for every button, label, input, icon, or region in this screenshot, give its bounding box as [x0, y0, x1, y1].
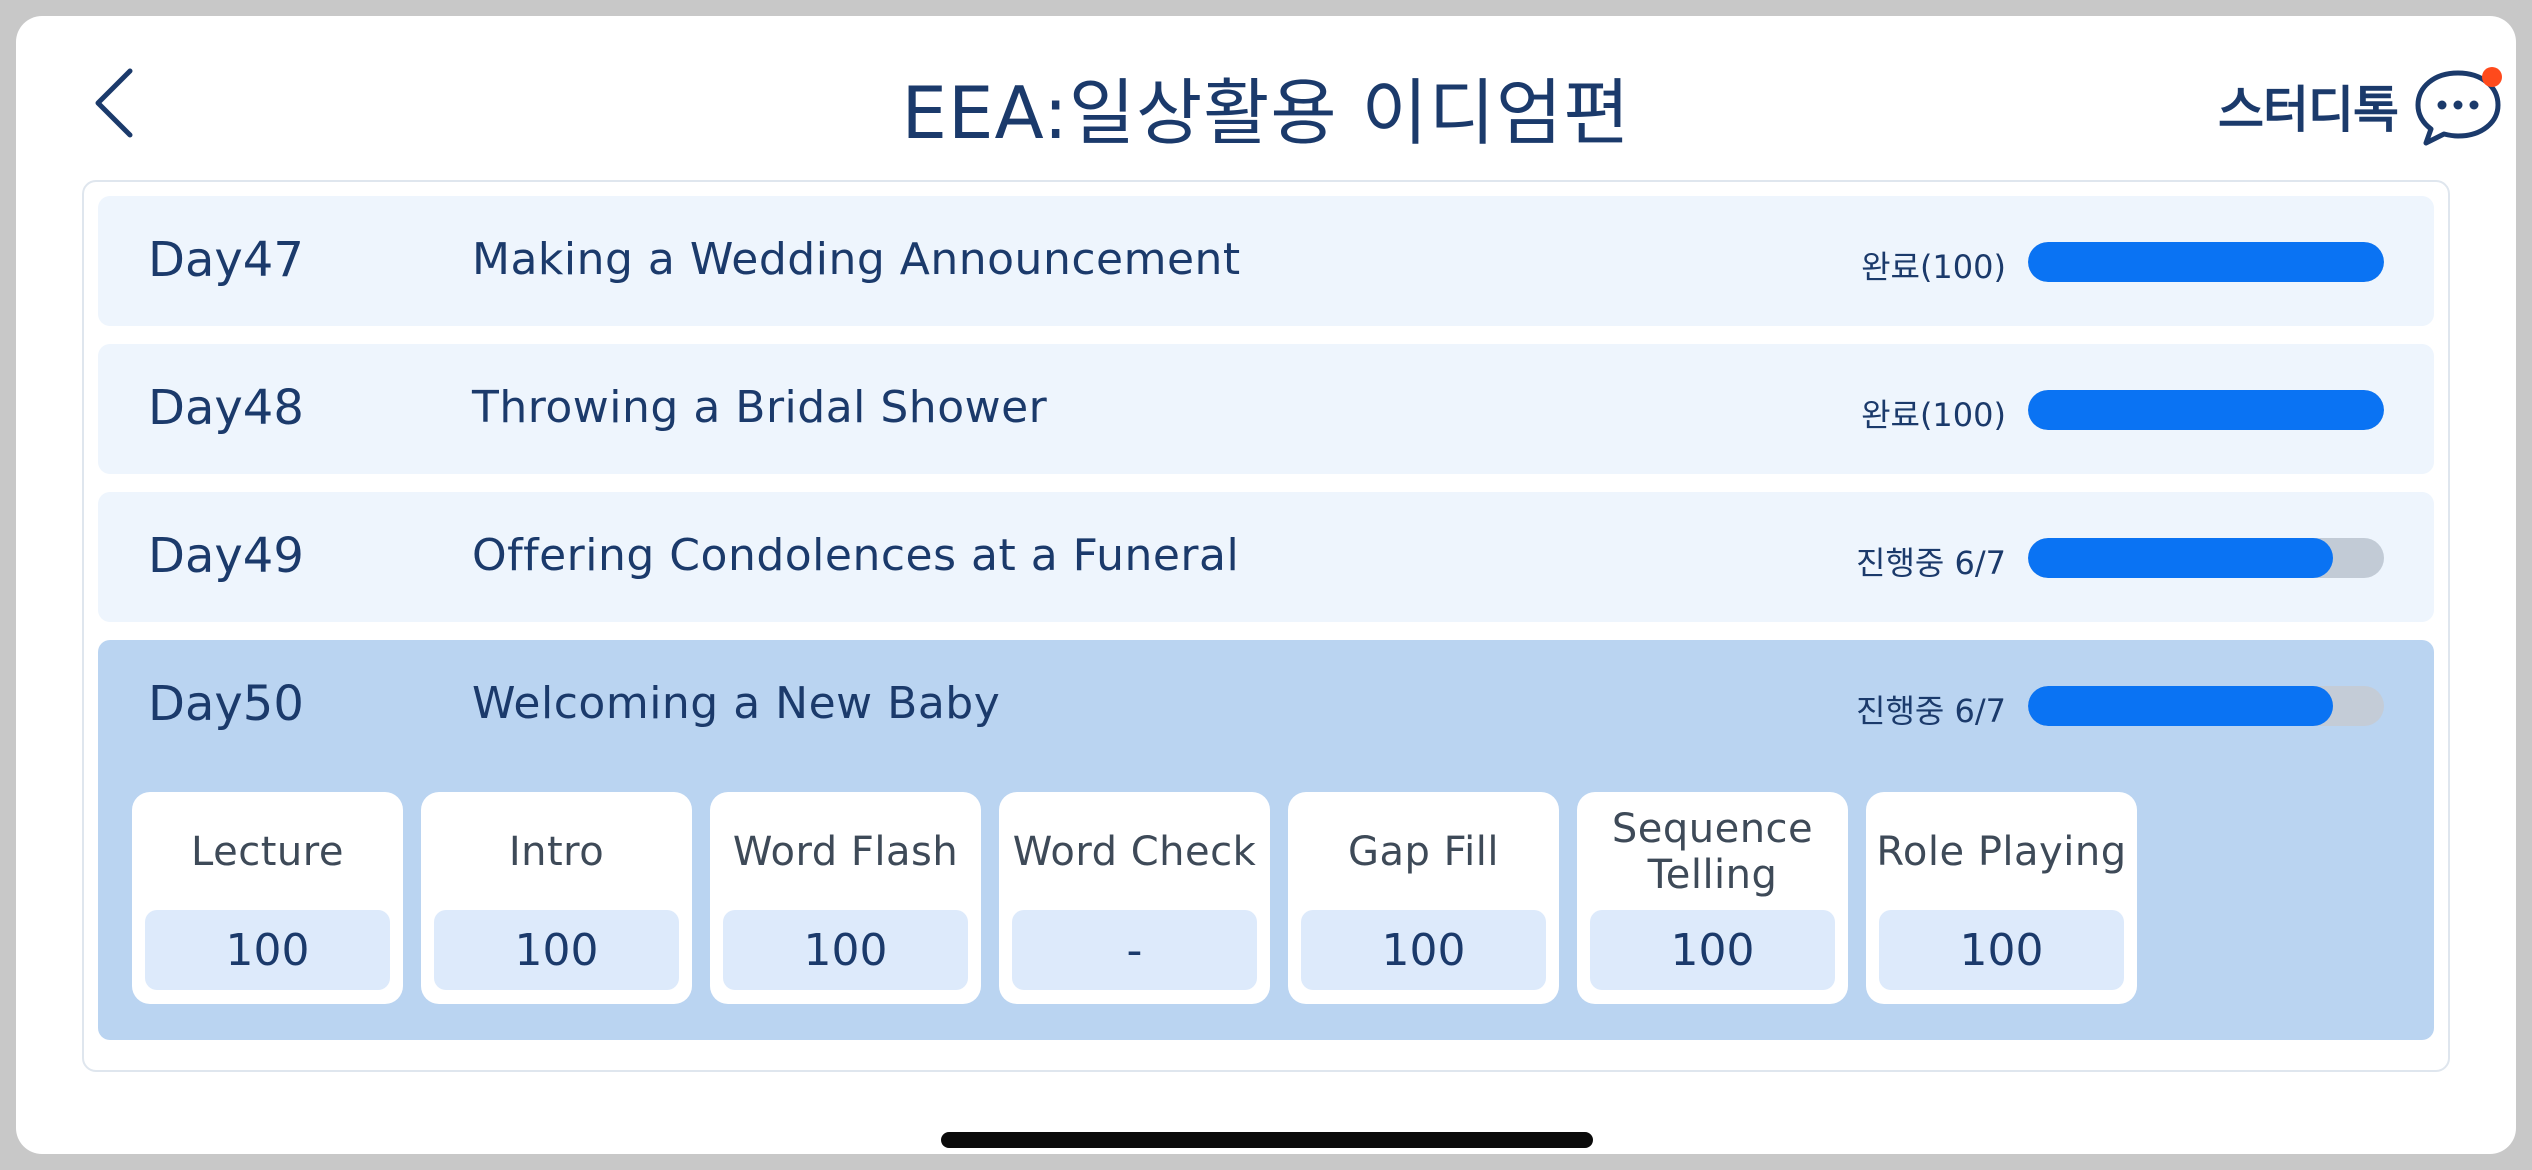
- activity-card-intro[interactable]: Intro 100: [421, 792, 692, 1004]
- activity-card-word-check[interactable]: Word Check -: [999, 792, 1270, 1004]
- lesson-title: Offering Condolences at a Funeral: [472, 530, 1240, 581]
- activity-cards: Lecture 100 Intro 100 Word Flash 100 Wor…: [132, 792, 2137, 1004]
- activity-score: 100: [145, 910, 390, 990]
- progress-bar: [2028, 242, 2384, 282]
- lesson-day: Day48: [148, 380, 304, 436]
- progress-fill: [2028, 390, 2384, 430]
- lesson-row-expanded[interactable]: Day50 Welcoming a New Baby 진행중 6/7 Lectu…: [98, 640, 2434, 1040]
- lesson-title: Making a Wedding Announcement: [472, 234, 1241, 285]
- activity-card-sequence-telling[interactable]: Sequence Telling 100: [1577, 792, 1848, 1004]
- activity-score: 100: [1879, 910, 2124, 990]
- app-screen: EEA:일상활용 이디엄편 스터디톡 Day47 Making a Weddin…: [16, 16, 2516, 1154]
- lesson-row[interactable]: Day49 Offering Condolences at a Funeral …: [98, 492, 2434, 622]
- lesson-status: 완료(100): [1861, 396, 2006, 434]
- notification-dot: [2482, 67, 2502, 87]
- lesson-status: 진행중 6/7: [1856, 544, 2006, 582]
- chat-bubble-icon: [2412, 65, 2504, 147]
- progress-bar: [2028, 686, 2384, 726]
- lesson-row[interactable]: Day47 Making a Wedding Announcement 완료(1…: [98, 196, 2434, 326]
- progress-bar: [2028, 390, 2384, 430]
- activity-score: 100: [1301, 910, 1546, 990]
- progress-bar: [2028, 538, 2384, 578]
- lesson-list: Day47 Making a Wedding Announcement 완료(1…: [82, 180, 2450, 1072]
- lesson-status: 완료(100): [1861, 248, 2006, 286]
- activity-card-word-flash[interactable]: Word Flash 100: [710, 792, 981, 1004]
- studytalk-label: 스터디톡: [2218, 81, 2399, 139]
- activity-label: Word Check: [1012, 829, 1257, 875]
- activity-label: Lecture: [191, 829, 344, 875]
- studytalk-button[interactable]: 스터디톡: [2204, 56, 2504, 156]
- activity-label: Gap Fill: [1347, 829, 1500, 875]
- lesson-day: Day47: [148, 232, 304, 288]
- progress-fill: [2028, 242, 2384, 282]
- activity-score: 100: [1590, 910, 1835, 990]
- activity-label: Role Playing: [1876, 829, 2127, 875]
- lesson-day: Day50: [148, 676, 304, 732]
- page-title: EEA:일상활용 이디엄편: [901, 71, 1631, 155]
- lesson-day: Day49: [148, 528, 304, 584]
- activity-score: -: [1012, 910, 1257, 990]
- activity-score: 100: [723, 910, 968, 990]
- activity-label: Intro: [508, 829, 605, 875]
- activity-label: Sequence Telling: [1611, 806, 1814, 898]
- lesson-row[interactable]: Day48 Throwing a Bridal Shower 완료(100): [98, 344, 2434, 474]
- activity-label: Word Flash: [732, 829, 959, 875]
- activity-card-role-playing[interactable]: Role Playing 100: [1866, 792, 2137, 1004]
- home-indicator: [941, 1132, 1593, 1148]
- progress-fill: [2028, 686, 2334, 726]
- lesson-status: 진행중 6/7: [1856, 692, 2006, 730]
- progress-fill: [2028, 538, 2334, 578]
- activity-card-gap-fill[interactable]: Gap Fill 100: [1288, 792, 1559, 1004]
- lesson-title: Throwing a Bridal Shower: [472, 382, 1048, 433]
- lesson-title: Welcoming a New Baby: [472, 678, 1001, 729]
- activity-score: 100: [434, 910, 679, 990]
- activity-card-lecture[interactable]: Lecture 100: [132, 792, 403, 1004]
